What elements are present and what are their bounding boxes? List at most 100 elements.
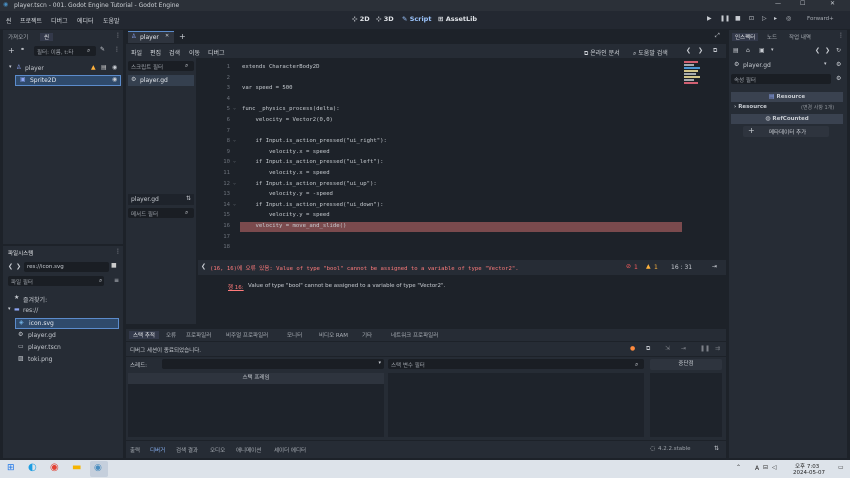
add-metadata-button[interactable]: + 메타데이터 추가 — [743, 126, 829, 137]
code-line[interactable]: 3 var speed = 500 — [198, 84, 684, 94]
code-line[interactable]: 9 velocity.x = speed — [198, 148, 684, 158]
float-icon[interactable]: ⧉ — [713, 48, 717, 54]
code-line[interactable]: 13 velocity.y = -speed — [198, 190, 684, 200]
skip-breakpoints-icon[interactable]: ● — [630, 346, 635, 352]
file-item[interactable]: ▨ toki.png — [15, 355, 119, 365]
menu-help[interactable]: 도움말 — [103, 16, 120, 25]
resource-row[interactable]: › Resource (변경 사항 1개) — [731, 103, 843, 113]
close-icon[interactable]: ✕ — [165, 34, 169, 39]
dock-menu-icon[interactable]: ⋮ — [838, 33, 844, 39]
code-line[interactable]: 16 velocity = move_and_slide() — [223, 222, 682, 232]
volume-icon[interactable]: ◁ — [772, 465, 777, 471]
file-item[interactable]: ▭ player.tscn — [15, 343, 119, 353]
history-forward-icon[interactable]: ❯ — [825, 48, 830, 54]
tray-chevron-icon[interactable]: ⌃ — [736, 465, 741, 471]
indent-icon[interactable]: ⇥ — [712, 264, 717, 270]
code-line[interactable]: 6 velocity = Vector2(0,0) — [198, 116, 684, 126]
bottom-bar-button[interactable]: 셰이더 에디터 — [274, 446, 306, 454]
fold-arrow-icon[interactable]: ⌄ — [233, 106, 236, 111]
clock-date[interactable]: 2024-05-07 — [793, 470, 825, 476]
root-folder-item[interactable]: ▾ ▬ res:// — [8, 306, 118, 316]
file-item[interactable]: ⚙ player.gd — [15, 331, 119, 341]
play-scene-icon[interactable]: ▷ — [762, 16, 767, 22]
close-icon[interactable]: ✕ — [830, 1, 835, 7]
script-menu-edit[interactable]: 편집 — [150, 48, 161, 57]
code-line[interactable]: 15 velocity.y = speed — [198, 211, 684, 221]
movie-icon[interactable]: ◎ — [786, 16, 791, 22]
next-script-icon[interactable]: ❯ — [698, 48, 703, 54]
code-line[interactable]: 14 ⌄ if Input.is_action_pressed("ui_down"… — [198, 201, 684, 211]
clock-time[interactable]: 오후 7:03 — [795, 462, 819, 470]
resource-selector[interactable]: ⚙ player.gd ▾ — [731, 61, 831, 71]
dock-menu-icon[interactable]: ⋮ — [115, 33, 121, 39]
code-line[interactable]: 11 velocity.x = speed — [198, 169, 684, 179]
script-menu-goto[interactable]: 이동 — [189, 48, 200, 57]
play-custom-icon[interactable]: ▸ — [774, 16, 777, 22]
copy-error-icon[interactable]: ⧉ — [646, 346, 650, 352]
favorites-item[interactable]: ★ 즐겨찾기: — [8, 294, 118, 305]
code-line[interactable]: 7 — [198, 127, 684, 137]
load-resource-icon[interactable]: ⌂ — [746, 48, 750, 54]
edge-icon[interactable]: ◐ — [28, 463, 37, 473]
pause-icon[interactable]: ❚❚ — [720, 16, 730, 22]
breakpoints-list[interactable] — [650, 373, 722, 437]
add-node-icon[interactable]: + — [8, 47, 15, 55]
menu-scene[interactable]: 씬 — [6, 16, 12, 25]
script-list-item[interactable]: ⚙ player.gd — [128, 75, 194, 86]
bottom-bar-button[interactable]: 애니메이션 — [236, 446, 261, 454]
link-icon[interactable]: ⚭ — [20, 47, 25, 53]
breakpoints-button[interactable]: 중단점 — [650, 359, 722, 370]
history-back-icon[interactable]: ❮ — [815, 48, 820, 54]
code-line[interactable]: 10 ⌄ if Input.is_action_pressed("ui_left"… — [198, 158, 684, 168]
code-line[interactable]: 17 — [198, 233, 684, 243]
debugger-tab[interactable]: 오류 — [166, 331, 176, 339]
fold-arrow-icon[interactable]: ⌄ — [233, 159, 236, 164]
menu-debug[interactable]: 디버그 — [51, 16, 68, 25]
tab-import[interactable]: 가져오기 — [8, 33, 28, 41]
dock-menu-icon[interactable]: ⋮ — [115, 249, 121, 255]
menu-editor[interactable]: 에디터 — [77, 16, 94, 25]
layout-toggle-icon[interactable]: ■ — [111, 263, 117, 269]
debugger-tab[interactable]: 비주얼 프로파일러 — [226, 331, 268, 339]
minimize-icon[interactable]: — — [775, 1, 781, 7]
debugger-tab[interactable]: 스택 추적 — [129, 331, 159, 339]
collapse-arrow-icon[interactable]: ▾ — [8, 307, 11, 312]
more-icon[interactable]: ⋮ — [114, 47, 120, 53]
add-tab-icon[interactable]: + — [179, 33, 186, 41]
stack-vars-tree[interactable] — [388, 373, 644, 437]
code-line[interactable]: 8 ⌄ if Input.is_action_pressed("ui_right"… — [198, 137, 684, 147]
step-over-icon[interactable]: ⇥ — [681, 346, 686, 352]
code-line[interactable]: 2 — [198, 74, 684, 84]
thread-select[interactable]: ▾ — [162, 359, 384, 369]
file-explorer-icon[interactable]: ▬ — [72, 463, 81, 473]
continue-icon[interactable]: ⇉ — [715, 346, 720, 352]
attach-script-icon[interactable]: ✎ — [100, 47, 105, 53]
object-menu-icon[interactable]: ⚙ — [836, 62, 841, 68]
code-editor[interactable]: 1 extends CharacterBody2D 2 3 var speed = 50… — [198, 58, 726, 258]
stack-vars-filter-input[interactable]: 스택 변수 필터 — [388, 359, 644, 369]
script-icon[interactable]: ▤ — [101, 65, 107, 71]
debugger-tab[interactable]: 모니터 — [287, 331, 302, 339]
stop-icon[interactable]: ■ — [735, 16, 741, 22]
menu-project[interactable]: 프로젝트 — [20, 16, 42, 25]
bottom-bar-button[interactable]: 검색 결과 — [176, 446, 198, 454]
save-resource-icon[interactable]: ▣ — [759, 48, 765, 54]
new-resource-icon[interactable]: ▤ — [733, 48, 739, 54]
section-refcounted-header[interactable]: ◍ RefCounted — [731, 114, 843, 124]
renderer-select[interactable]: Forward+ — [807, 16, 834, 22]
maximize-icon[interactable]: ☐ — [800, 1, 805, 7]
godot-taskbar-item[interactable]: ◉ — [90, 461, 108, 477]
stack-frames-list[interactable]: 스택 프레임 — [128, 373, 384, 437]
step-into-icon[interactable]: ⇲ — [665, 346, 670, 352]
code-line[interactable]: 18 — [198, 243, 684, 253]
warning-count-icon[interactable]: ▲ — [646, 264, 651, 270]
back-icon[interactable]: ❮ — [8, 264, 13, 270]
network-icon[interactable]: ⊟ — [763, 465, 768, 471]
file-filter-input[interactable]: 파일 필터 — [8, 276, 104, 286]
toggle-script-panel-icon[interactable]: ❮ — [201, 264, 206, 270]
property-filter-input[interactable]: 속성 필터 — [731, 74, 831, 84]
input-lang[interactable]: A — [755, 465, 759, 472]
script-menu-debug[interactable]: 디버그 — [208, 48, 225, 57]
break-icon[interactable]: ❚❚ — [700, 346, 710, 352]
sort-icon[interactable]: ≡ — [114, 278, 119, 284]
